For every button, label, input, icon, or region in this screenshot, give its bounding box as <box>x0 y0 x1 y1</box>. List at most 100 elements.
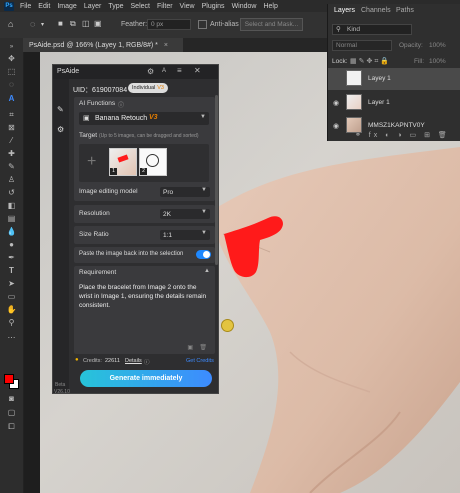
pen-tool-icon[interactable]: ✒ <box>5 253 18 263</box>
menu-image[interactable]: Image <box>57 3 76 10</box>
path-select-icon[interactable]: ➤ <box>5 279 18 289</box>
model-select[interactable]: Pro ▼ <box>160 187 210 197</box>
healing-tool-icon[interactable]: ✚ <box>5 149 18 159</box>
gear-icon[interactable]: ⚙ <box>147 67 154 76</box>
opacity-label: Opacity: <box>399 42 423 49</box>
marquee-tool-icon[interactable]: ⬚ <box>5 67 18 77</box>
menu-file[interactable]: File <box>20 3 31 10</box>
fill-value[interactable]: 100% <box>429 58 446 65</box>
rectangle-tool-icon[interactable]: ▭ <box>5 292 18 302</box>
intersect-selection-icon[interactable]: ▣ <box>94 19 102 28</box>
edit-icon[interactable]: ✎ <box>57 105 64 114</box>
tab-layers[interactable]: Layers <box>334 7 355 14</box>
history-brush-icon[interactable]: ↺ <box>5 188 18 198</box>
image-insert-icon[interactable]: ▣ <box>187 344 193 351</box>
quick-mask-icon[interactable]: ◙ <box>5 394 18 404</box>
close-icon[interactable]: ✕ <box>194 66 201 75</box>
menu-select[interactable]: Select <box>131 3 150 10</box>
frame-tool-icon[interactable]: ⊠ <box>5 123 18 133</box>
home-icon[interactable]: ⌂ <box>8 19 13 29</box>
menu-layer[interactable]: Layer <box>84 3 102 10</box>
beta-label: Beta <box>55 382 66 388</box>
thumb-badge: 2 <box>140 168 147 175</box>
info-icon[interactable]: ⓘ <box>118 100 124 109</box>
chevron-down-icon[interactable]: ▾ <box>41 21 44 28</box>
menu-window[interactable]: Window <box>232 3 257 10</box>
stamp-tool-icon[interactable]: ♙ <box>5 175 18 185</box>
antialias-checkbox[interactable] <box>198 20 207 29</box>
menu-filter[interactable]: Filter <box>157 3 173 10</box>
zoom-tool-icon[interactable]: ⚲ <box>5 318 18 328</box>
eyedropper-tool-icon[interactable]: ⁄ <box>5 136 18 146</box>
blur-tool-icon[interactable]: 💧 <box>5 227 18 237</box>
resolution-select[interactable]: 2K ▼ <box>160 209 210 219</box>
gradient-tool-icon[interactable]: ▤ <box>5 214 18 224</box>
function-select[interactable]: ▣ Banana Retouch V3 ▼ <box>79 112 209 125</box>
generate-button[interactable]: Generate immediately <box>80 370 212 387</box>
get-credits-link[interactable]: Get Credits <box>186 358 214 364</box>
blend-mode-select[interactable]: Normal <box>332 40 392 51</box>
screen-mode-icon[interactable]: ▢ <box>5 408 18 418</box>
artboard-icon[interactable]: ⧠ <box>5 422 18 432</box>
model-label: Image editing model <box>79 188 138 195</box>
layer-filter-select[interactable]: ⚲ Kind <box>332 24 412 35</box>
opacity-value[interactable]: 100% <box>429 42 446 49</box>
layer-row[interactable]: Layey 1 <box>328 68 460 90</box>
target-hint: (Up to 5 images, can be dragged and sort… <box>99 133 199 139</box>
menu-plugins[interactable]: Plugins <box>202 3 225 10</box>
dodge-tool-icon[interactable]: ● <box>5 240 18 250</box>
target-thumbnail-2[interactable]: 2 <box>139 148 167 176</box>
requirement-textarea[interactable]: Place the bracelet from Image 2 onto the… <box>79 283 207 335</box>
menu-view[interactable]: View <box>180 3 195 10</box>
add-image-icon[interactable]: + <box>87 153 96 171</box>
tab-channels[interactable]: Channels <box>361 7 391 14</box>
close-tab-icon[interactable]: × <box>164 42 168 49</box>
collapse-icon[interactable]: » <box>5 42 18 52</box>
target-dropzone[interactable]: + 1 2 <box>79 144 209 182</box>
select-and-mask-button[interactable]: Select and Mask... <box>240 18 303 31</box>
lock-icons[interactable]: ▦✎✥⌗🔒 <box>350 57 391 66</box>
move-tool-icon[interactable]: ✥ <box>5 54 18 64</box>
new-selection-icon[interactable]: ■ <box>58 19 63 28</box>
ai-functions-label: AI Functions <box>79 100 116 107</box>
visibility-eye-icon[interactable]: ◉ <box>333 122 339 130</box>
paste-toggle[interactable] <box>196 250 211 259</box>
info-icon[interactable]: ⓘ <box>144 358 150 366</box>
lasso-tool-icon[interactable]: ◌ <box>5 80 18 90</box>
psaide-plugin-panel: PsAide ⚙ A ≡ ✕ ☁ UID：619007084 Individua… <box>52 64 219 395</box>
add-selection-icon[interactable]: ⧉ <box>70 19 76 29</box>
hand-tool-icon[interactable]: ✋ <box>5 305 18 315</box>
visibility-eye-icon[interactable]: ◉ <box>333 99 339 107</box>
menu-icon[interactable]: ≡ <box>177 66 182 75</box>
tab-paths[interactable]: Paths <box>396 7 414 14</box>
chevron-up-icon[interactable]: ▲ <box>204 268 210 274</box>
plugin-scrollbar[interactable] <box>215 95 218 265</box>
layer-name: MMSZ1KAPNTV0Y <box>368 122 425 129</box>
size-ratio-select[interactable]: 1:1 ▼ <box>160 230 210 240</box>
brush-tool-icon[interactable]: ✎ <box>5 162 18 172</box>
settings-icon[interactable]: ⚙ <box>57 125 64 134</box>
ai-tool-icon[interactable]: A <box>5 94 18 104</box>
subtract-selection-icon[interactable]: ◫ <box>82 19 90 28</box>
menu-edit[interactable]: Edit <box>38 3 50 10</box>
feather-input[interactable]: 0 px <box>147 19 191 30</box>
eraser-tool-icon[interactable]: ◧ <box>5 201 18 211</box>
trash-icon[interactable]: 🗑 <box>199 344 207 351</box>
target-thumbnail-1[interactable]: 1 <box>109 148 137 176</box>
layer-actions-icons[interactable]: ⚭ fx ◐ ◑ ▭ ⊞ 🗑 <box>355 131 450 139</box>
layer-row[interactable]: ◉ Layer 1 <box>328 92 460 114</box>
font-size-icon[interactable]: A <box>162 68 166 74</box>
menu-type[interactable]: Type <box>108 3 123 10</box>
document-title: PsAide.psd @ 166% (Layey 1, RGB/8#) * <box>29 41 158 49</box>
target-label: Target <box>79 132 98 139</box>
feather-label: Feather: <box>121 21 148 28</box>
details-link[interactable]: Details <box>125 358 142 364</box>
menu-help[interactable]: Help <box>263 3 277 10</box>
foreground-color-swatch[interactable] <box>4 374 14 384</box>
lasso-tool-icon[interactable]: ◌ <box>30 19 35 29</box>
type-tool-icon[interactable]: T <box>5 266 18 276</box>
crop-tool-icon[interactable]: ⌗ <box>5 110 18 120</box>
coin-icon: ● <box>75 357 79 363</box>
more-tools-icon[interactable]: ⋯ <box>5 333 18 343</box>
document-tab[interactable]: PsAide.psd @ 166% (Layey 1, RGB/8#) * × <box>23 38 183 52</box>
